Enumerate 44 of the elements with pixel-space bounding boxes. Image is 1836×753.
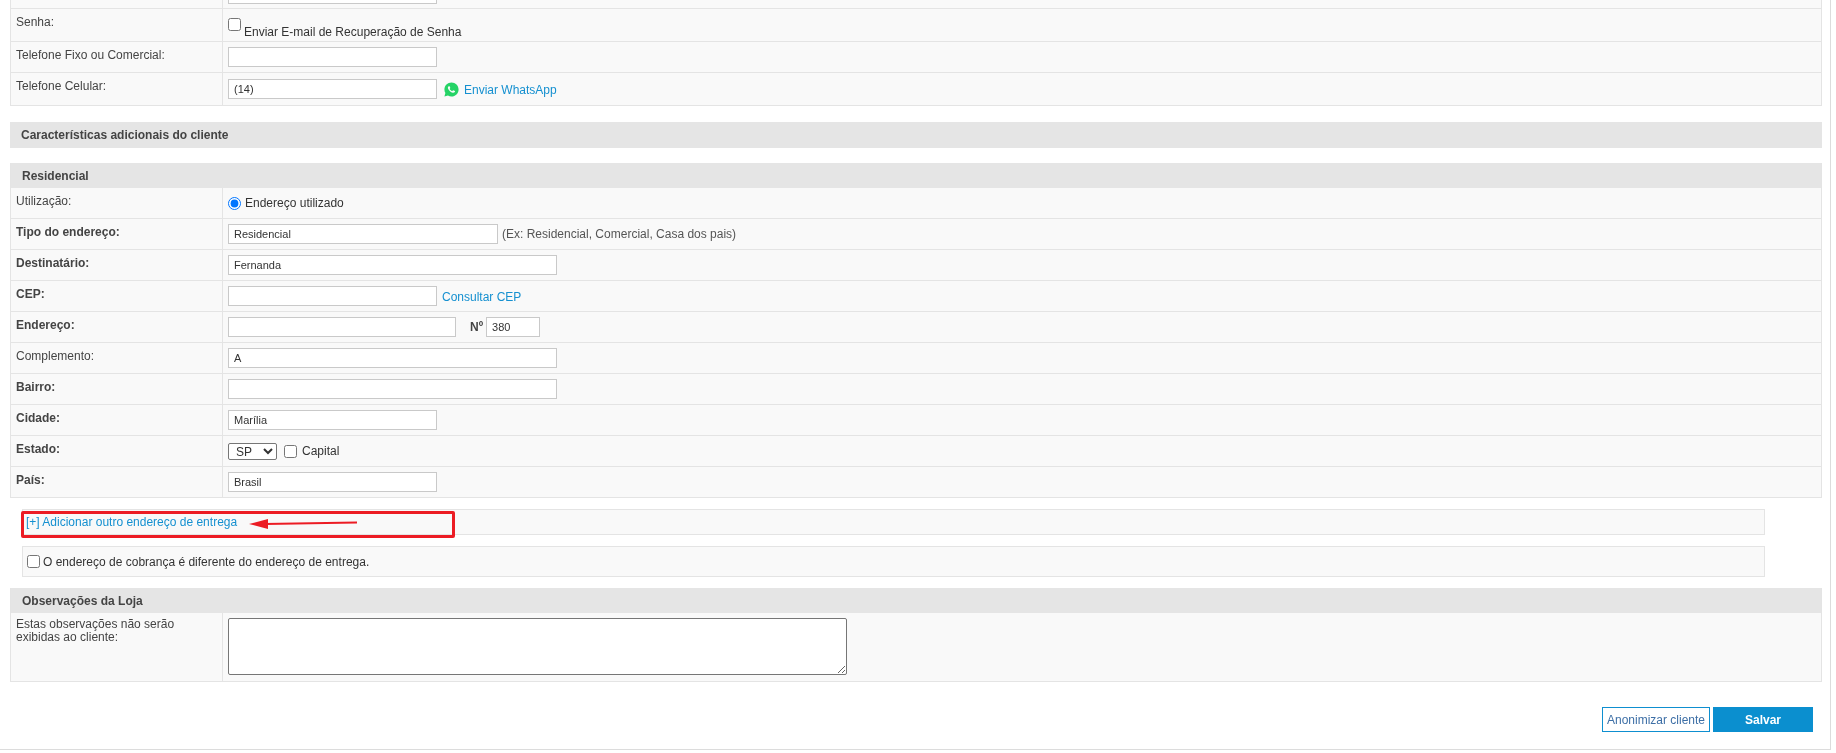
section-header: Residencial [11, 163, 1821, 188]
radio-label: Endereço utilizado [245, 195, 344, 212]
field-label: País: [16, 473, 46, 487]
phone-bubble-icon[interactable] [443, 80, 460, 98]
field-label: Bairro: [16, 380, 57, 394]
radio-button[interactable] [228, 196, 241, 210]
checkbox[interactable] [27, 555, 40, 568]
field-label: Complemento: [16, 349, 96, 363]
field-label: Telefone Celular: [16, 79, 108, 93]
section-header: Observações da Loja [11, 588, 1821, 613]
notes-label: Estas observações não serão exibidas ao cliente: [16, 618, 176, 644]
section-header: Características adicionais do cliente [10, 122, 1822, 148]
text-input[interactable]: A [228, 348, 557, 368]
number-label: Nº [470, 319, 484, 336]
text-input[interactable] [228, 317, 456, 337]
checkbox-label: O endereço de cobrança é diferente do endereço de entrega. [43, 553, 370, 571]
checkbox[interactable] [284, 444, 297, 458]
field-label: Utilização: [16, 194, 73, 208]
field-label: CEP: [16, 287, 46, 301]
text-input[interactable] [228, 379, 557, 399]
text-input[interactable] [228, 286, 437, 306]
text-input[interactable]: Brasil [228, 472, 437, 492]
text-input[interactable]: Marília [228, 410, 437, 430]
checkbox[interactable] [228, 18, 241, 31]
field-label: Telefone Fixo ou Comercial: [16, 48, 166, 62]
hint-text: (Ex: Residencial, Comercial, Casa dos pais) [502, 226, 737, 243]
text-input[interactable]: Fernanda [228, 255, 557, 275]
text-input[interactable]: 380 [486, 317, 541, 337]
field-label: Tipo do endereço: [16, 225, 121, 239]
action-button[interactable]: Anonimizar cliente [1602, 707, 1710, 732]
checkbox-label: Enviar E-mail de Recuperação de Senha [244, 24, 462, 41]
notes-textarea[interactable] [228, 618, 847, 675]
input-field[interactable] [228, 0, 437, 4]
field-label: Estado: [16, 442, 61, 456]
field-label: Endereço: [16, 318, 76, 332]
text-input[interactable]: Residencial [228, 224, 498, 244]
state-select[interactable]: SP [228, 442, 277, 460]
field-label: Senha: [16, 15, 56, 29]
field-label: Cidade: [16, 411, 61, 425]
text-input[interactable] [228, 47, 437, 67]
checkbox-label: Capital [302, 443, 340, 460]
text-input[interactable]: (14) [228, 79, 437, 99]
field-label: Destinatário: [16, 256, 91, 270]
action-button[interactable]: Salvar [1713, 707, 1813, 732]
